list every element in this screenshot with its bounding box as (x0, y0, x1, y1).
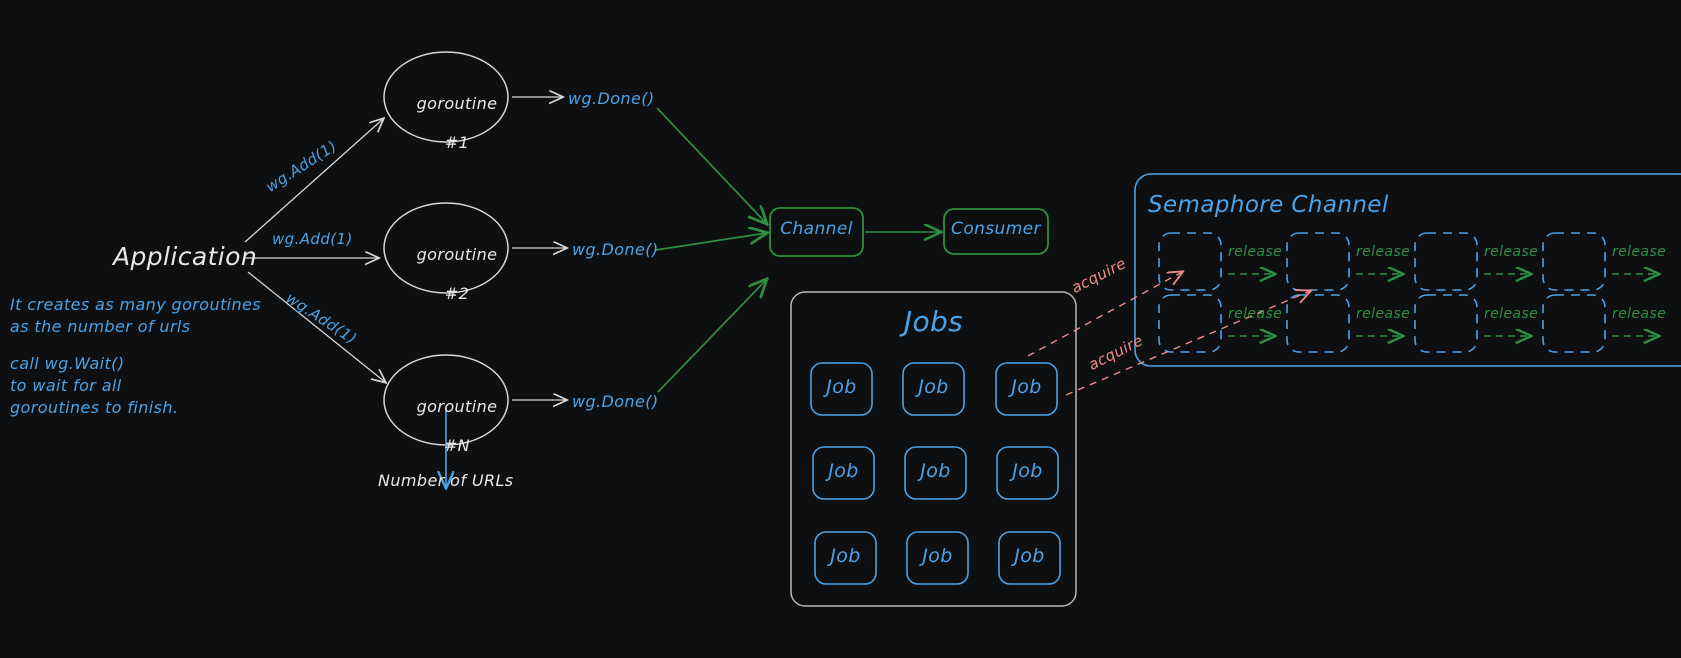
release-label: release (1612, 306, 1667, 322)
application-label: Application (113, 242, 258, 271)
job-tile-label: Job (920, 460, 951, 482)
release-arrows (1228, 274, 1658, 336)
edge-done-2-channel (655, 233, 766, 251)
diagram-canvas: Application It creates as many goroutine… (0, 0, 1681, 658)
goroutine-3-line2: #N (443, 435, 471, 455)
edge-done-1-channel (656, 107, 766, 223)
application-note-2: call wg.Wait() to wait for all goroutine… (10, 354, 179, 418)
goroutine-1-label: goroutine #1 (386, 74, 506, 172)
job-tile-label: Job (1011, 376, 1042, 398)
release-label: release (1228, 244, 1283, 260)
release-label: release (1484, 306, 1539, 322)
application-note-1: It creates as many goroutines as the num… (10, 295, 262, 337)
wg-done-label-2: wg.Done() (572, 240, 659, 259)
goroutine-3-line1: goroutine (416, 396, 498, 416)
goroutine-2-line2: #2 (444, 283, 470, 303)
consumer-label: Consumer (951, 219, 1041, 239)
job-tile-label: Job (828, 460, 859, 482)
number-of-urls-label: Number of URLs (378, 471, 514, 490)
wg-add-label-2: wg.Add(1) (272, 230, 353, 248)
edge-done-3-channel (657, 280, 766, 393)
goroutine-3-label: goroutine #N (386, 377, 506, 475)
job-tile-label: Job (1014, 545, 1045, 567)
jobs-title: Jobs (903, 305, 964, 338)
release-label: release (1228, 306, 1283, 322)
goroutine-2-line1: goroutine (416, 244, 498, 264)
wg-done-label-3: wg.Done() (572, 392, 659, 411)
job-tile-label: Job (918, 376, 949, 398)
channel-label: Channel (780, 219, 853, 239)
job-tile-label: Job (830, 545, 861, 567)
goroutine-1-line1: goroutine (416, 93, 498, 113)
release-label: release (1356, 244, 1411, 260)
release-label: release (1484, 244, 1539, 260)
job-tile-label: Job (1012, 460, 1043, 482)
wg-done-label-1: wg.Done() (568, 89, 655, 108)
goroutine-2-label: goroutine #2 (386, 225, 506, 323)
goroutine-1-line2: #1 (444, 132, 470, 152)
semaphore-title: Semaphore Channel (1148, 192, 1389, 218)
job-tile-label: Job (826, 376, 857, 398)
release-label: release (1612, 244, 1667, 260)
job-tile-label: Job (922, 545, 953, 567)
release-label: release (1356, 306, 1411, 322)
